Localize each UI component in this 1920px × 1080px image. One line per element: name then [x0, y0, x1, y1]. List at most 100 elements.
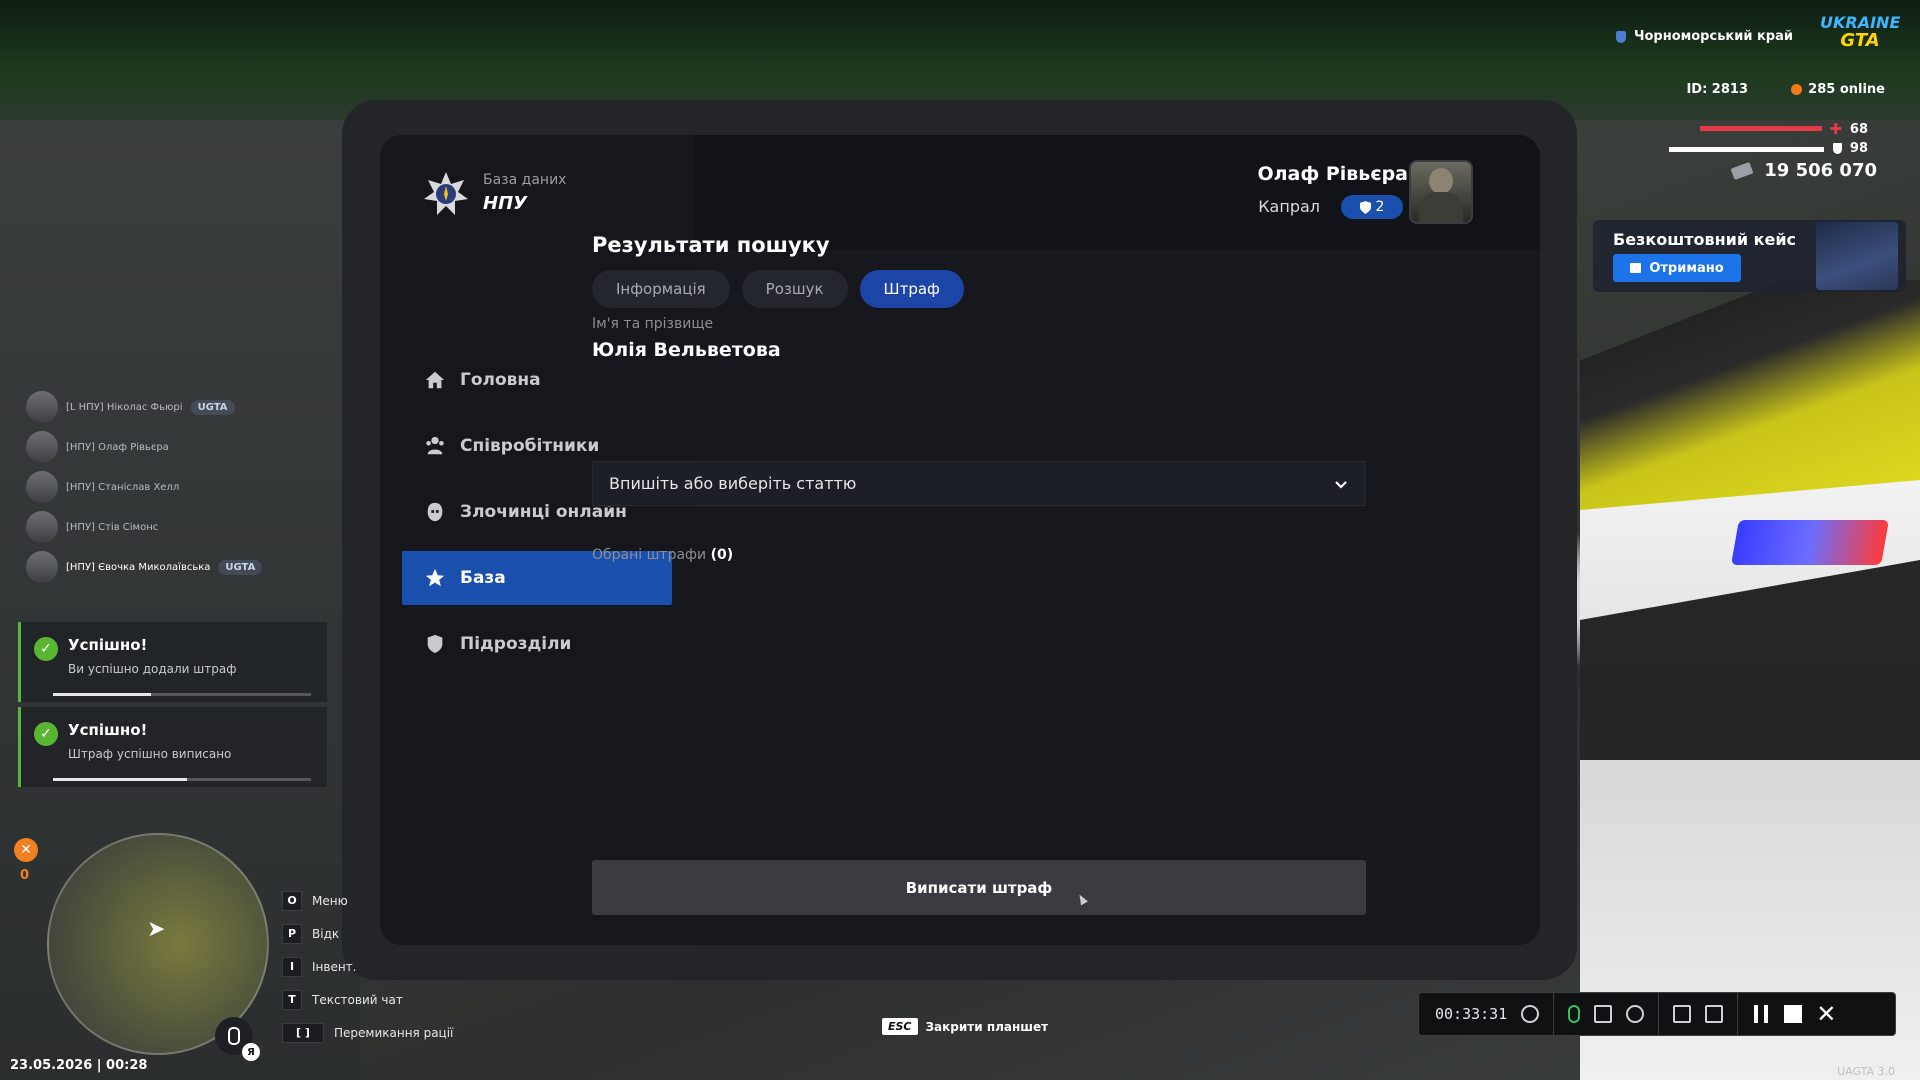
armor-value: 98: [1832, 141, 1868, 156]
key-cap: P: [282, 923, 302, 944]
health-cross-icon: ✚: [1829, 120, 1842, 138]
article-select-placeholder: Впишіть або виберіть статтю: [609, 474, 857, 493]
rank-badge: 2: [1341, 195, 1403, 219]
close-icon[interactable]: ✕: [1816, 1002, 1836, 1026]
player-name: [НПУ] Станіслав Хелл: [66, 481, 180, 493]
hunger-value: 0: [20, 868, 30, 883]
tab-info[interactable]: Інформація: [592, 270, 730, 308]
chosen-fines-label: Обрані штрафи: [592, 547, 707, 563]
player-tag: UGTA: [218, 559, 263, 575]
close-tablet-hint[interactable]: ESC Закрити планшет: [882, 1018, 1048, 1035]
check-icon: ✓: [34, 722, 58, 746]
key-hint: O Меню: [282, 884, 453, 917]
mic-badge: Я: [242, 1043, 260, 1061]
page-title: Результати пошуку: [592, 233, 830, 257]
avatar: [26, 391, 58, 423]
mute-icon[interactable]: [1594, 1005, 1613, 1023]
background-yellow-car: [1580, 280, 1920, 510]
health-value: ✚ 68: [1829, 120, 1868, 138]
check-icon: ✓: [34, 637, 58, 661]
game-logo-bottom: GTA: [1840, 30, 1880, 51]
player-arrow-icon: ➤: [147, 917, 166, 942]
tablet-screen: База даних НПУ Головна Співробітники Зло…: [380, 135, 1540, 945]
key-label: Інвент.: [312, 959, 357, 974]
key-cap: O: [282, 890, 302, 911]
list-item: [НПУ] Олаф Рівьєра: [26, 427, 262, 467]
divider: [1737, 993, 1739, 1035]
pause-icon[interactable]: [1754, 1005, 1769, 1023]
avatar-body: [1419, 192, 1463, 222]
microphone-icon[interactable]: [1568, 1005, 1581, 1023]
sidebar-item-home[interactable]: Головна: [402, 353, 672, 407]
key-hint: P Відк: [282, 917, 453, 950]
badge-icon: [1359, 200, 1371, 214]
camera-icon[interactable]: [1705, 1005, 1724, 1023]
toast-title: Успішно!: [68, 636, 148, 654]
content-panel: [694, 250, 1540, 945]
money-icon: [1730, 161, 1754, 180]
police-siren: [1731, 520, 1889, 565]
name-label: Ім'я та прізвище: [592, 316, 714, 332]
region-label: Чорноморський край: [1615, 29, 1793, 44]
date-time: 23.05.2026 | 00:28: [10, 1058, 148, 1073]
list-item: [НПУ] Стів Сімонс: [26, 507, 262, 547]
avatar: [26, 471, 58, 503]
free-case-button-label: Отримано: [1649, 260, 1724, 276]
user-rank: Капрал: [1258, 197, 1320, 216]
key-cap: I: [282, 956, 302, 977]
recording-timer: 00:33:31: [1435, 1005, 1508, 1023]
free-case-button[interactable]: Отримано: [1613, 254, 1741, 282]
player-name: [L НПУ] Ніколас Фьюрі: [66, 401, 183, 413]
key-label: Перемикання рації: [334, 1025, 454, 1040]
key-label: Відк: [312, 926, 340, 941]
sidebar-item-label: Підрозділи: [460, 634, 572, 654]
npu-logo-icon: [424, 172, 468, 215]
key-hint: [ ] Перемикання рації: [282, 1016, 453, 1049]
region-shield-icon: [1615, 30, 1626, 43]
divider: [1658, 993, 1660, 1035]
chosen-fines: Обрані штрафи (0): [592, 547, 733, 563]
case-image: [1816, 222, 1898, 290]
chosen-fines-count: (0): [710, 547, 734, 563]
esc-label: Закрити планшет: [925, 1019, 1049, 1034]
gear-icon[interactable]: [1626, 1005, 1645, 1023]
star-icon: [425, 568, 445, 587]
money-text: 19 506 070: [1764, 160, 1877, 181]
player-tag: UGTA: [190, 399, 235, 415]
avatar-head: [1429, 168, 1453, 194]
home-icon: [425, 371, 445, 389]
mask-icon: [427, 502, 443, 522]
sidebar-nav: Головна Співробітники Злочинці онлайн Ба…: [402, 353, 672, 683]
health-bar: [1700, 126, 1822, 131]
toast-progress: [53, 778, 311, 781]
player-name: [НПУ] Євочка Миколаївська: [66, 561, 211, 573]
list-item: [НПУ] Станіслав Хелл: [26, 467, 262, 507]
tab-wanted[interactable]: Розшук: [741, 270, 848, 308]
online-text: 285 online: [1808, 82, 1885, 97]
key-cap: [ ]: [282, 1022, 324, 1043]
sidebar-item-label: Співробітники: [460, 436, 600, 456]
pencil-icon[interactable]: [1673, 1005, 1692, 1023]
region-name: Чорноморський край: [1633, 29, 1793, 44]
avatar: [26, 511, 58, 543]
armor-text: 98: [1849, 141, 1868, 156]
game-logo: UKRAINE GTA: [1820, 14, 1900, 58]
online-dot-icon: [1791, 84, 1803, 95]
avatar: [26, 431, 58, 463]
recording-toolbar: 00:33:31 ✕: [1418, 992, 1896, 1036]
sidebar-item-units[interactable]: Підрозділи: [402, 617, 672, 671]
brand-subtitle: База даних: [483, 172, 567, 188]
stop-icon[interactable]: [1784, 1005, 1803, 1023]
name-value: Юлія Вельветова: [592, 339, 781, 361]
avatar: [1409, 160, 1473, 224]
version-label: UAGTA 3.0: [1837, 1065, 1895, 1078]
article-select[interactable]: Впишіть або виберіть статтю: [592, 461, 1366, 506]
stopwatch-icon[interactable]: [1521, 1005, 1540, 1023]
tab-fine[interactable]: Штраф: [859, 270, 964, 308]
online-count: 285 online: [1791, 82, 1885, 97]
key-hint: T Текстовий чат: [282, 983, 453, 1016]
issue-fine-button[interactable]: Виписати штраф: [592, 860, 1366, 915]
money-display: 19 506 070: [1730, 160, 1877, 181]
sidebar-item-label: Головна: [460, 370, 541, 390]
armor-shield-icon: [1832, 143, 1842, 154]
